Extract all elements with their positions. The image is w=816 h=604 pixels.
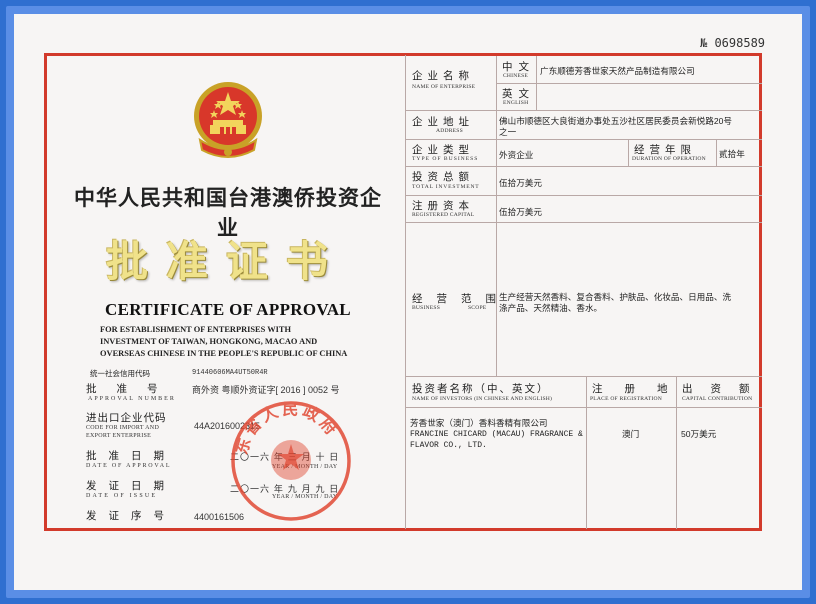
investor-name-english-2: FLAVOR CO., LTD. xyxy=(410,441,487,450)
credit-code-label: 统一社会信用代码 xyxy=(90,369,150,378)
row-divider xyxy=(406,139,762,140)
total-investment-label: 投资总额 xyxy=(412,171,474,183)
certificate-number-label: 发证序号 xyxy=(86,510,176,522)
row-divider xyxy=(406,407,762,408)
column-divider xyxy=(716,139,717,166)
enterprise-name-label: 企业名称 xyxy=(412,70,474,82)
approval-date-en: DATE OF APPROVAL xyxy=(86,463,172,469)
national-emblem-icon xyxy=(194,82,262,158)
business-type-en: TYPE OF BUSINESS xyxy=(412,156,479,162)
row-divider xyxy=(406,195,762,196)
official-seal-icon: 东省人民政府 xyxy=(231,400,351,521)
row-divider xyxy=(406,376,762,377)
certificate-main-title: 批准证书 xyxy=(105,237,346,286)
business-scope-en-2: SCOPE xyxy=(468,305,487,311)
column-divider xyxy=(536,56,537,110)
row-divider xyxy=(406,110,762,111)
approval-date-label: 批准日期 xyxy=(86,450,176,462)
column-divider xyxy=(496,56,497,376)
business-type-value: 外资企业 xyxy=(499,150,534,160)
address-value-line-1: 佛山市顺德区大良街道办事处五沙社区居民委员会新悦路20号 xyxy=(499,116,732,126)
investors-header-en: NAME OF INVESTORS (IN CHINESE AND ENGLIS… xyxy=(412,396,553,402)
capital-contribution-header-en: CAPITAL CONTRIBUTION xyxy=(682,396,753,402)
column-divider xyxy=(676,376,677,529)
duration-value: 贰拾年 xyxy=(719,149,745,159)
duration-label: 经营年限 xyxy=(634,144,696,156)
certificate-title-english: CERTIFICATE OF APPROVAL xyxy=(105,300,351,319)
issue-date-label: 发证日期 xyxy=(86,480,176,492)
business-scope-value-line-2: 涤产品、天然精油、香水。 xyxy=(499,303,603,313)
english-en: ENGLISH xyxy=(503,100,529,106)
address-en: ADDRESS xyxy=(436,128,463,134)
total-investment-en: TOTAL INVESTMENT xyxy=(412,184,480,190)
enterprise-name-chinese-value: 广东顺德芳香世家天然产品制造有限公司 xyxy=(540,66,695,76)
row-divider xyxy=(406,222,762,223)
investors-header: 投资者名称（中、英文） xyxy=(412,383,550,395)
approval-number-en: APPROVAL NUMBER xyxy=(88,396,176,402)
chinese-en: CHINESE xyxy=(503,73,529,79)
total-investment-value: 伍拾万美元 xyxy=(499,178,542,188)
registered-capital-label: 注册资本 xyxy=(412,200,474,212)
import-export-code-en-1: CODE FOR IMPORT AND xyxy=(86,425,160,431)
subtitle-line: INVESTMENT OF TAIWAN, HONGKONG, MACAO AN… xyxy=(100,337,318,346)
investor-name-chinese: 芳香世家（澳门）香料香精有限公司 xyxy=(410,418,548,428)
import-export-code-en-2: EXPORT ENTERPRISE xyxy=(86,433,152,439)
serial-number: № 0698589 xyxy=(700,36,766,50)
business-scope-en-1: BUSINESS xyxy=(412,305,441,311)
registered-capital-value: 伍拾万美元 xyxy=(499,207,542,217)
subtitle-line: FOR ESTABLISHMENT OF ENTERPRISES WITH xyxy=(100,325,291,334)
subtitle-line: OVERSEAS CHINESE IN THE PEOPLE'S REPUBLI… xyxy=(100,349,348,358)
approval-number-value: 商外资 粤顺外资证字[ 2016 ] 0052 号 xyxy=(192,385,340,395)
business-scope-value-line-1: 生产经营天然香料、复合香料、护肤品、化妆品、日用品、洗 xyxy=(499,292,732,302)
center-divider xyxy=(405,55,406,529)
business-type-label: 企业类型 xyxy=(412,144,474,156)
column-divider xyxy=(586,376,587,529)
capital-contribution-header: 出资额 xyxy=(682,383,768,395)
address-label: 企业地址 xyxy=(412,116,474,128)
investor-capital: 50万美元 xyxy=(681,429,717,439)
investor-name-english-1: FRANCINE CHICARD (MACAU) FRAGRANCE & xyxy=(410,430,583,439)
duration-en: DURATION OF OPERATION xyxy=(632,156,706,162)
address-value-line-2: 之一 xyxy=(499,127,517,137)
credit-code-value: 91440606MA4UT50R4R xyxy=(192,369,268,377)
business-scope-label: 经营范围 xyxy=(412,293,510,305)
registered-capital-en: REGISTERED CAPITAL xyxy=(412,212,475,218)
investor-place: 澳门 xyxy=(622,429,640,439)
certificate-subtitle: FOR ESTABLISHMENT OF ENTERPRISES WITH IN… xyxy=(100,324,356,360)
approval-number-label: 批准号 xyxy=(86,383,178,395)
issue-date-en: DATE OF ISSUE xyxy=(86,493,158,499)
row-divider xyxy=(406,166,762,167)
place-of-registration-header: 注册地 xyxy=(592,383,690,395)
chinese-label: 中文 xyxy=(502,61,535,73)
import-export-code-label: 进出口企业代码 xyxy=(86,412,167,424)
place-of-registration-header-en: PLACE OF REGISTRATION xyxy=(590,396,662,402)
english-label: 英文 xyxy=(502,88,535,100)
enterprise-name-en: NAME OF ENTERPRISE xyxy=(412,84,476,90)
column-divider xyxy=(628,139,629,166)
